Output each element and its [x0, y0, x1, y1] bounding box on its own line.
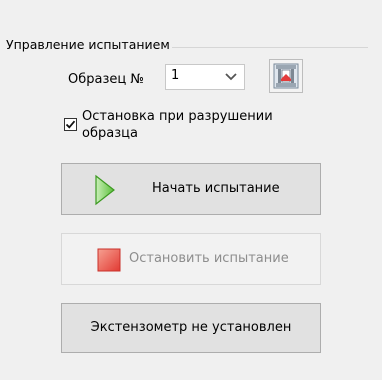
- stop-test-button[interactable]: Остановить испытание: [61, 233, 321, 285]
- stop-square-icon: [97, 248, 121, 272]
- sample-select-value: 1: [171, 68, 180, 83]
- extensometer-label: Экстензометр не установлен: [90, 320, 292, 335]
- group-divider: [172, 47, 368, 48]
- start-test-label: Начать испытание: [152, 181, 280, 196]
- play-icon: [94, 174, 116, 206]
- stop-on-break-label: Остановка при разрушении образца: [82, 109, 273, 141]
- sample-row: Образец №: [68, 67, 144, 91]
- group-title: Управление испытанием: [6, 37, 170, 52]
- extensometer-button[interactable]: Экстензометр не установлен: [61, 303, 321, 353]
- checkmark-icon: [65, 120, 76, 129]
- fixture-button[interactable]: [269, 59, 303, 93]
- sample-label: Образец №: [68, 71, 144, 87]
- sample-select[interactable]: 1: [165, 64, 245, 90]
- start-test-button[interactable]: Начать испытание: [61, 163, 321, 215]
- stop-test-label: Остановить испытание: [129, 251, 289, 266]
- stop-on-break-checkbox[interactable]: [64, 118, 77, 131]
- chevron-down-icon: [224, 70, 238, 84]
